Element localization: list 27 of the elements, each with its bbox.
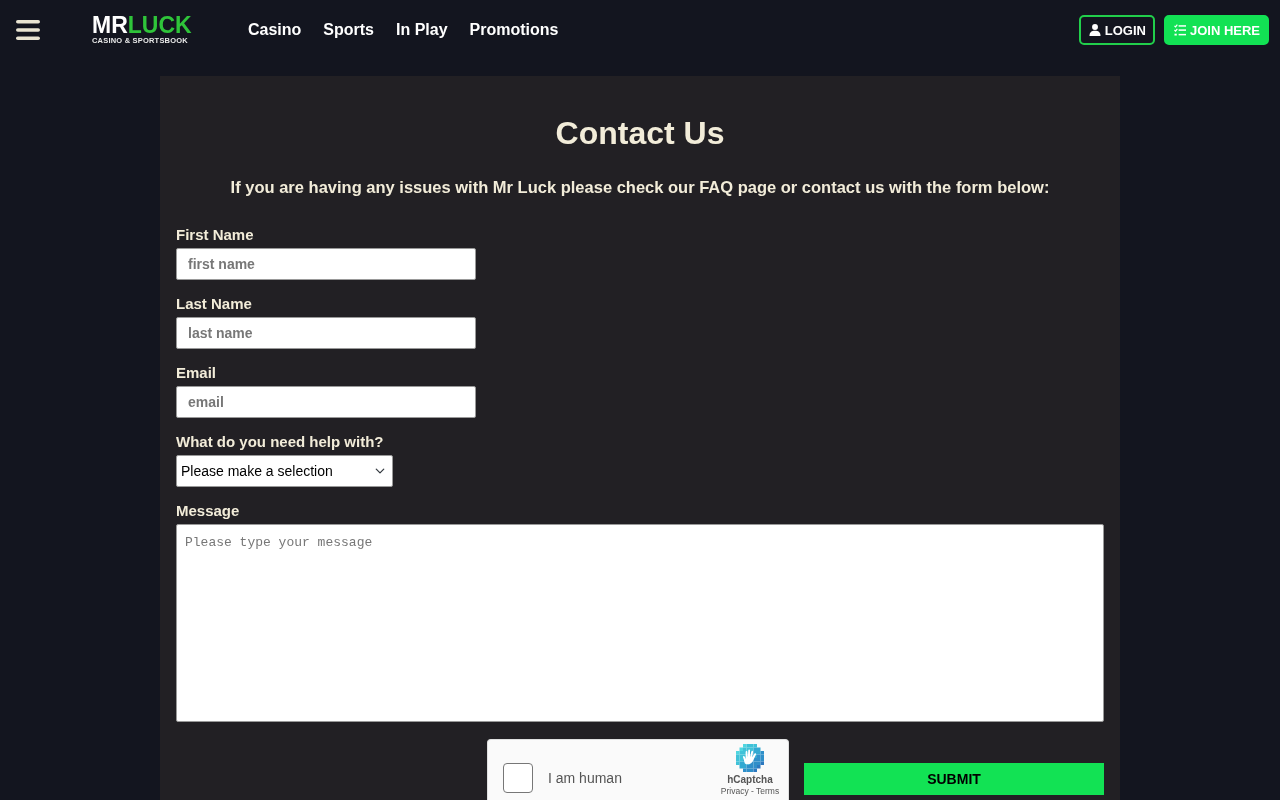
field-label: What do you need help with?: [176, 432, 385, 452]
captcha-checkbox[interactable]: [503, 763, 533, 793]
captcha-label: I am human: [548, 769, 622, 788]
login-button[interactable]: LOGIN: [1078, 15, 1155, 45]
field-label: First Name: [176, 225, 255, 245]
field-label: Last Name: [176, 294, 253, 314]
intro-text: If you are having any issues with Mr Luck please check our FAQ page or contact us with the form below:: [229, 177, 1051, 198]
field-label: Message: [176, 501, 241, 521]
text-input[interactable]: first name: [176, 248, 476, 280]
text-input[interactable]: email: [176, 386, 476, 418]
text-input[interactable]: last name: [176, 317, 476, 349]
page-title: Contact Us: [554, 114, 726, 153]
nav-link[interactable]: Sports: [323, 18, 374, 42]
select-dropdown[interactable]: Please make a selection: [176, 455, 393, 487]
captcha-links[interactable]: Privacy - Terms: [712, 786, 788, 796]
captcha-brand: hCaptcha: [726, 774, 774, 785]
submit-button[interactable]: SUBMIT: [804, 763, 1104, 795]
user-icon: [1088, 24, 1101, 36]
message-textarea[interactable]: Please type your message: [176, 524, 1104, 722]
checklist-icon: [1173, 24, 1186, 36]
field-label: Email: [176, 363, 218, 383]
nav-link[interactable]: In Play: [396, 18, 448, 42]
hand-logo-icon: [736, 744, 764, 772]
nav-link[interactable]: Promotions: [469, 18, 559, 42]
menu-icon[interactable]: [16, 20, 40, 40]
nav-link[interactable]: Casino: [248, 18, 302, 42]
logo-wordmark[interactable]: MRLUCK: [92, 15, 192, 35]
